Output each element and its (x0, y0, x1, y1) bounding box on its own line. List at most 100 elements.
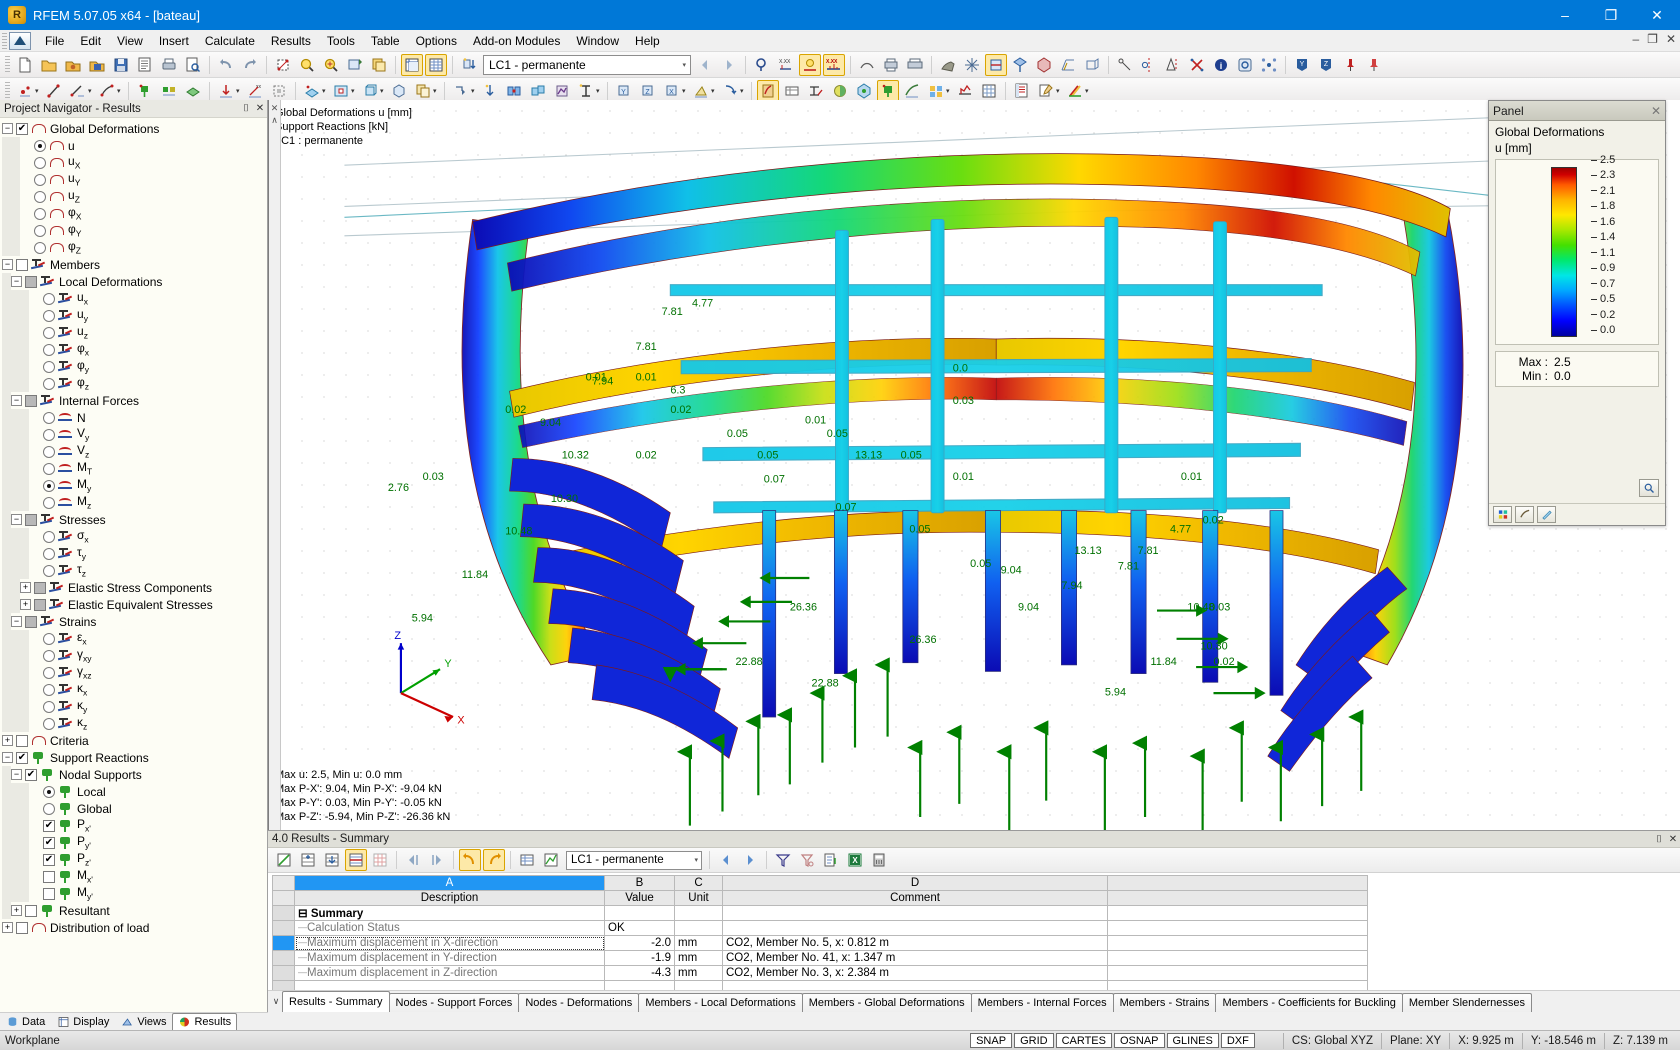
symmetry-icon[interactable] (1138, 54, 1160, 76)
print-report-icon[interactable] (880, 54, 902, 76)
cross-section-icon[interactable] (575, 80, 597, 102)
open-project-icon[interactable] (86, 54, 108, 76)
print-icon[interactable] (158, 54, 180, 76)
display-solids-icon[interactable] (1033, 54, 1055, 76)
edit-scale-icon[interactable] (1537, 506, 1556, 523)
status-chip-dxf[interactable]: DXF (1220, 1033, 1255, 1048)
menu-calculate[interactable]: Calculate (197, 32, 263, 50)
show-grid-table-icon[interactable] (425, 53, 447, 76)
member-result-icon[interactable] (805, 80, 827, 102)
tree-item[interactable]: + Criteria (0, 732, 267, 749)
status-chip-glines[interactable]: GLINES (1166, 1033, 1219, 1048)
tree-item[interactable]: τy (0, 545, 267, 562)
cell-description[interactable]: Maximum displacement in Y-direction (294, 950, 605, 966)
navigator-close-icon[interactable]: ✕ (253, 103, 267, 114)
status-chip-cartes[interactable]: CARTES (1055, 1033, 1112, 1048)
table-selection-filter-icon[interactable] (796, 849, 818, 871)
checkbox-unchecked[interactable] (16, 258, 28, 271)
cell-value[interactable]: -1.9 (604, 950, 675, 966)
info-icon[interactable]: i (1210, 54, 1232, 76)
tab-scroll-icon[interactable]: ∨ (270, 996, 282, 1007)
new-line-types-icon[interactable] (67, 80, 89, 102)
tree-item[interactable]: γxz (0, 664, 267, 681)
tree-item[interactable]: N (0, 409, 267, 426)
new-solid-dropdown-icon[interactable]: ▾ (380, 87, 387, 95)
radio-unselected[interactable] (34, 190, 46, 203)
viewport-scroll-up-icon[interactable]: ∧ (271, 114, 278, 126)
table-chart-icon[interactable] (540, 849, 562, 871)
new-solid-body-icon[interactable] (388, 80, 410, 102)
color-scale-dropdown-icon[interactable]: ▾ (1085, 87, 1092, 95)
table-back-icon[interactable] (715, 849, 737, 871)
cell-comment[interactable]: CO2, Member No. 5, x: 0.812 m (722, 935, 1108, 951)
collapse-icon[interactable]: − (11, 395, 22, 406)
save-all-icon[interactable] (134, 54, 156, 76)
next-load-case-icon[interactable] (718, 54, 740, 76)
collapse-icon[interactable]: − (11, 514, 22, 525)
radio-unselected[interactable] (43, 496, 55, 509)
cell-empty[interactable] (272, 980, 295, 990)
radio-unselected[interactable] (43, 360, 55, 373)
tree-item[interactable]: − Members (0, 256, 267, 273)
table-redo-icon[interactable] (483, 849, 505, 871)
checkbox-checked[interactable]: ✔ (16, 122, 28, 135)
tree-item[interactable]: ✔ Pz' (0, 851, 267, 868)
cell-empty[interactable] (294, 980, 605, 990)
radio-unselected[interactable] (43, 428, 55, 441)
tree-item[interactable]: κx (0, 681, 267, 698)
bookmark-blue2-icon[interactable]: Z (1315, 54, 1337, 76)
new-member-dropdown-icon[interactable]: ▾ (117, 87, 124, 95)
radio-selected[interactable] (43, 785, 55, 798)
radio-unselected[interactable] (43, 326, 55, 339)
copy-view-icon[interactable] (368, 54, 390, 76)
radio-unselected[interactable] (43, 530, 55, 543)
cell-blank[interactable] (1107, 950, 1368, 966)
cell-unit[interactable]: mm (674, 935, 723, 951)
cell-empty[interactable] (1107, 980, 1368, 990)
row-number-cell[interactable] (272, 905, 295, 921)
tree-item[interactable]: Vz (0, 443, 267, 460)
mdi-minimize-button[interactable]: – (1632, 32, 1639, 46)
collapse-icon[interactable]: − (2, 123, 13, 134)
cell-description[interactable]: Calculation Status (294, 920, 605, 936)
table-close-icon[interactable]: ✕ (1666, 834, 1680, 845)
new-node-dropdown-icon[interactable]: ▾ (35, 87, 42, 95)
cell-comment[interactable] (722, 905, 1108, 921)
mesh-icon[interactable] (961, 54, 983, 76)
show-results-icon[interactable] (799, 53, 821, 76)
tree-item[interactable]: uX (0, 154, 267, 171)
support-reaction-result-icon[interactable] (877, 79, 899, 102)
copy-object-icon[interactable] (412, 80, 434, 102)
cell-comment[interactable]: CO2, Member No. 3, x: 2.384 m (722, 965, 1108, 981)
expand-icon[interactable]: + (20, 582, 31, 593)
radio-unselected[interactable] (43, 547, 55, 560)
navtab-results[interactable]: Results (172, 1013, 238, 1030)
panel-close-icon[interactable]: ✕ (1651, 104, 1661, 118)
redo-icon[interactable] (239, 54, 261, 76)
table-pin-icon[interactable]: ⌷ (1652, 834, 1666, 845)
expand-icon[interactable]: + (11, 905, 22, 916)
expand-icon[interactable]: + (2, 735, 13, 746)
table-row-empty[interactable] (272, 980, 1368, 990)
results-grid[interactable]: A B C D Description Value Unit Comment ⊟… (272, 875, 1368, 990)
cell-empty[interactable] (604, 980, 675, 990)
checkbox-unchecked[interactable] (43, 887, 55, 900)
new-line-icon[interactable] (43, 80, 65, 102)
status-chip-osnap[interactable]: OSNAP (1113, 1033, 1165, 1048)
cell-value[interactable]: -4.3 (604, 965, 675, 981)
member-hinge-icon[interactable] (503, 80, 525, 102)
new-file-icon[interactable] (14, 54, 36, 76)
radio-unselected[interactable] (43, 717, 55, 730)
cell-comment[interactable]: CO2, Member No. 41, x: 1.347 m (722, 950, 1108, 966)
display-surfaces-icon[interactable] (1009, 54, 1031, 76)
tree-item[interactable]: My (0, 477, 267, 494)
checkbox-unchecked[interactable] (25, 394, 37, 407)
printout-report-icon[interactable] (1011, 80, 1033, 102)
radio-unselected[interactable] (43, 564, 55, 577)
bookmark-blue1-icon[interactable]: Y (1291, 54, 1313, 76)
radio-unselected[interactable] (34, 173, 46, 186)
open-example-icon[interactable] (62, 54, 84, 76)
collapse-icon[interactable]: − (11, 616, 22, 627)
magnifier-icon[interactable] (1639, 479, 1659, 497)
zoom-window-icon[interactable] (320, 54, 342, 76)
